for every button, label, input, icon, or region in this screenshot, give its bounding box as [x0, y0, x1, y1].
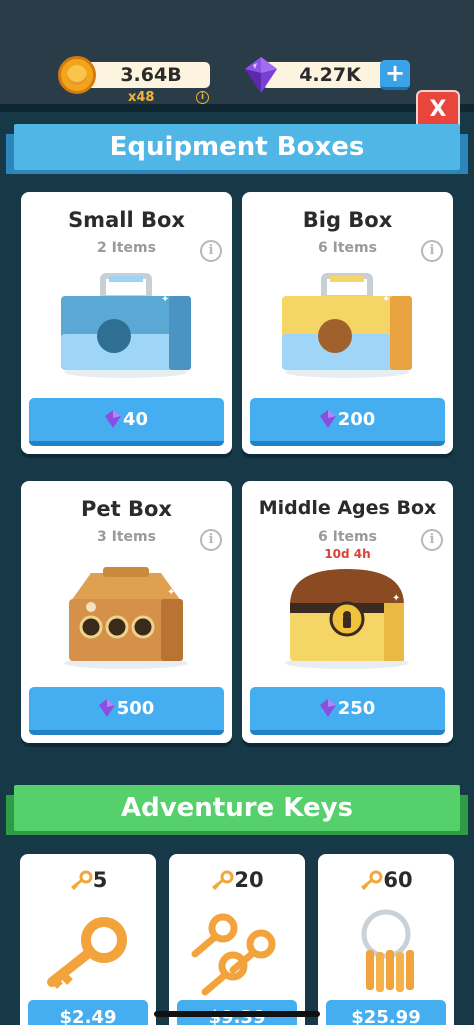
key-icon: [212, 870, 234, 890]
box-price: 40: [122, 409, 149, 430]
coin-icon: [58, 56, 96, 94]
multiplier-info-icon[interactable]: i: [196, 91, 209, 104]
buy-gems-button[interactable]: +: [380, 60, 410, 90]
info-icon[interactable]: i: [421, 529, 443, 551]
gem-icon: [104, 410, 121, 428]
treasure-chest-icon: ✦: [285, 569, 409, 669]
buy-keys-button[interactable]: $25.99: [326, 1000, 446, 1025]
key-icon: [70, 870, 93, 890]
key-count-value: 20: [234, 868, 264, 892]
gem-icon: [319, 410, 336, 428]
svg-text:✦: ✦: [161, 294, 169, 305]
key-icon: [361, 870, 383, 890]
info-icon[interactable]: i: [421, 240, 443, 262]
box-card-middle-ages[interactable]: Middle Ages Box 6 Items 10d 4h i ✦ 250: [242, 481, 453, 743]
box-price: 250: [337, 698, 376, 719]
coin-multiplier: x48: [128, 90, 155, 105]
box-name: Small Box: [68, 208, 185, 232]
key-pack-60[interactable]: 60 $25.99: [318, 854, 454, 1025]
box-price: 200: [337, 409, 376, 430]
buy-box-button[interactable]: 500: [29, 687, 224, 735]
pet-box-icon: ✦: [64, 567, 188, 669]
buy-keys-button[interactable]: $2.49: [28, 1000, 148, 1025]
coin-balance: 3.64B: [120, 64, 182, 86]
key-count: 20: [169, 868, 305, 892]
box-card-big[interactable]: Big Box 6 Items i ✦ 200: [242, 192, 453, 454]
key-count: 5: [20, 868, 156, 892]
box-name: Pet Box: [81, 497, 172, 521]
svg-text:✦: ✦: [392, 593, 400, 604]
info-icon[interactable]: i: [200, 240, 222, 262]
equipment-header: Equipment Boxes: [6, 124, 468, 174]
keys-title: Adventure Keys: [14, 785, 460, 831]
gem-icon: [98, 699, 115, 717]
gem-balance: 4.27K: [299, 64, 361, 86]
info-icon[interactable]: i: [200, 529, 222, 551]
key-count-value: 60: [383, 868, 413, 892]
key-ring-icon: [361, 909, 414, 992]
key-count-value: 5: [92, 868, 108, 892]
multiple-keys-icon: [191, 913, 276, 996]
keys-header: Adventure Keys: [6, 785, 468, 835]
key-pack-20[interactable]: 20 $9.39: [169, 854, 305, 1025]
box-card-pet[interactable]: Pet Box 3 Items i ✦ 500: [21, 481, 232, 743]
box-card-small[interactable]: Small Box 2 Items i ✦ 40: [21, 192, 232, 454]
box-name: Middle Ages Box: [258, 497, 437, 519]
offer-timer: 10d 4h: [324, 547, 371, 561]
buy-box-button[interactable]: 200: [250, 398, 445, 446]
gem-icon: [245, 57, 277, 93]
gem-icon: [319, 699, 336, 717]
key-count: 60: [318, 868, 454, 892]
currency-bar: 3.64B x48 i 4.27K +: [0, 0, 474, 112]
svg-text:✦: ✦: [167, 587, 175, 598]
small-box-icon: ✦: [61, 273, 191, 378]
currency-bar-shadow: [0, 104, 474, 112]
box-price: 500: [116, 698, 155, 719]
buy-box-button[interactable]: 250: [250, 687, 445, 735]
key-pack-5[interactable]: 5 $2.49: [20, 854, 156, 1025]
home-indicator[interactable]: [154, 1011, 320, 1017]
equipment-title: Equipment Boxes: [14, 124, 460, 170]
box-name: Big Box: [302, 208, 393, 232]
buy-box-button[interactable]: 40: [29, 398, 224, 446]
big-box-icon: ✦: [282, 273, 412, 378]
svg-text:✦: ✦: [382, 294, 390, 305]
single-key-icon: [47, 917, 127, 989]
